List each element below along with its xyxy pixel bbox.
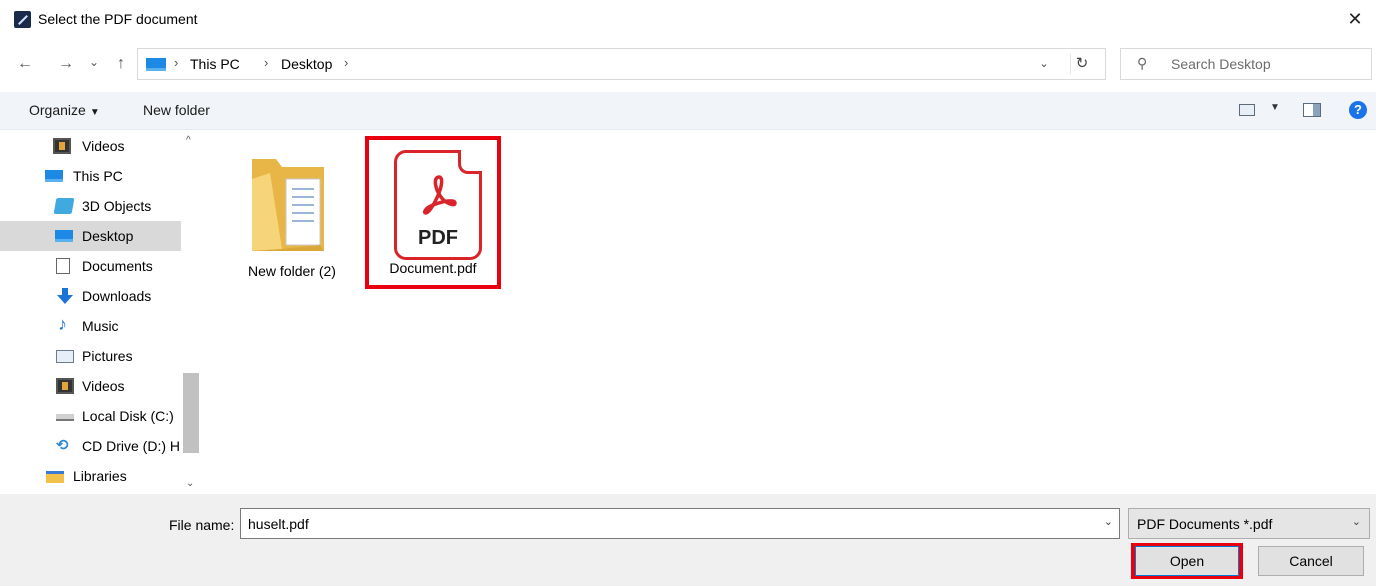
title-bar: Select the PDF document ✕ (0, 0, 1376, 40)
navigation-pane: Videos This PC 3D Objects Desktop Docume… (0, 131, 203, 494)
file-item-new-folder[interactable]: New folder (2) (237, 131, 347, 291)
sidebar-item-label: Desktop (82, 228, 134, 244)
3d-objects-icon (53, 198, 75, 214)
this-pc-icon (45, 170, 63, 182)
sidebar-item-libraries[interactable]: Libraries (0, 461, 181, 491)
file-list: New folder (2) PDF Document.pdf (204, 131, 1376, 494)
address-bar[interactable]: › This PC › Desktop › ⌄ ↻ (137, 48, 1106, 80)
sidebar-item-label: 3D Objects (82, 198, 152, 214)
page-fold (458, 150, 482, 174)
cd-drive-icon: ⟲ (56, 437, 69, 454)
breadcrumb-separator: › (344, 55, 349, 70)
organize-button[interactable]: Organize ▼ (29, 102, 100, 118)
file-type-select[interactable]: PDF Documents *.pdf ⌄ (1128, 508, 1370, 539)
breadcrumb-separator: › (264, 55, 269, 70)
sidebar-item-label: Documents (82, 258, 153, 274)
sidebar-item-cd-drive[interactable]: ⟲ CD Drive (D:) H (0, 431, 181, 461)
help-icon[interactable]: ? (1349, 101, 1367, 119)
breadcrumb-desktop[interactable]: Desktop (281, 56, 332, 72)
back-arrow-icon[interactable]: ← (14, 53, 36, 75)
new-folder-button[interactable]: New folder (143, 102, 210, 118)
sidebar-item-label: Libraries (73, 468, 127, 484)
change-view-icon[interactable] (1239, 104, 1255, 116)
libraries-icon (46, 471, 64, 483)
sidebar-item-music[interactable]: ♪ Music (0, 311, 181, 341)
sidebar-scrollbar[interactable]: ^ ⌄ (181, 131, 201, 494)
search-placeholder: Search Desktop (1171, 56, 1271, 72)
videos-icon (56, 378, 74, 394)
organize-label: Organize (29, 102, 86, 118)
breadcrumb-this-pc[interactable]: This PC (190, 56, 240, 72)
scroll-up-icon[interactable]: ^ (186, 135, 191, 146)
file-name-input[interactable]: huselt.pdf ⌄ (240, 508, 1120, 539)
this-pc-icon (146, 58, 166, 71)
scroll-down-icon[interactable]: ⌄ (186, 478, 194, 489)
sidebar-item-label: Videos (82, 378, 125, 394)
sidebar-item-label: Videos (82, 138, 125, 154)
sidebar-item-label: Music (82, 318, 119, 334)
file-type-dropdown-icon: ⌄ (1351, 516, 1361, 528)
cancel-button[interactable]: Cancel (1258, 546, 1364, 576)
preview-pane-icon[interactable] (1303, 103, 1321, 117)
dialog-footer: File name: huselt.pdf ⌄ PDF Documents *.… (0, 494, 1376, 586)
videos-icon (53, 138, 71, 154)
file-name: New folder (2) (248, 263, 336, 279)
sidebar-item-label: CD Drive (D:) H (82, 438, 180, 454)
file-item-document-pdf[interactable]: PDF Document.pdf (369, 140, 497, 285)
file-name-label: File name: (169, 517, 235, 533)
sidebar-item-pictures[interactable]: Pictures (0, 341, 181, 371)
forward-arrow-icon[interactable]: → (55, 53, 77, 75)
file-name-dropdown-icon[interactable]: ⌄ (1104, 515, 1113, 528)
up-arrow-icon[interactable]: ↑ (111, 53, 131, 75)
sidebar-item-local-disk[interactable]: Local Disk (C:) (0, 401, 181, 431)
sidebar-item-downloads[interactable]: Downloads (0, 281, 181, 311)
close-icon[interactable]: ✕ (1346, 9, 1364, 29)
window-title: Select the PDF document (38, 11, 198, 27)
pdf-file-icon: PDF (394, 150, 482, 260)
sidebar-item-label: Downloads (82, 288, 152, 304)
search-icon: ⚲ (1137, 55, 1148, 71)
documents-icon (56, 258, 70, 274)
pictures-icon (56, 350, 74, 363)
view-options-caret-icon[interactable]: ▼ (1270, 102, 1280, 113)
refresh-icon[interactable]: ↻ (1070, 54, 1090, 74)
recent-locations-chevron-icon[interactable]: ⌄ (87, 51, 101, 73)
sidebar-item-desktop[interactable]: Desktop (0, 221, 181, 251)
sidebar-item-this-pc[interactable]: This PC (0, 161, 181, 191)
file-name: Document.pdf (389, 260, 477, 276)
folder-icon (252, 159, 324, 251)
sidebar-item-videos[interactable]: Videos (0, 131, 181, 161)
local-disk-icon (56, 414, 74, 421)
sidebar-item-label: This PC (73, 168, 123, 184)
address-dropdown-icon[interactable]: ⌄ (1035, 55, 1053, 73)
sidebar-item-documents[interactable]: Documents (0, 251, 181, 281)
music-icon: ♪ (58, 314, 67, 334)
sidebar-item-label: Local Disk (C:) (82, 408, 174, 424)
file-type-value: PDF Documents *.pdf (1137, 516, 1273, 532)
search-input[interactable]: ⚲ Search Desktop (1120, 48, 1372, 80)
file-name-value: huselt.pdf (248, 516, 309, 532)
command-toolbar: Organize ▼ New folder ▼ ? (0, 92, 1376, 130)
sidebar-item-label: Pictures (82, 348, 133, 364)
sidebar-item-3d-objects[interactable]: 3D Objects (0, 191, 181, 221)
organize-caret-icon: ▼ (89, 107, 100, 118)
desktop-icon (55, 230, 73, 242)
breadcrumb-separator: › (174, 55, 179, 70)
acrobat-logo-icon (422, 175, 457, 215)
downloads-icon (56, 288, 74, 304)
scrollbar-thumb[interactable] (183, 373, 199, 453)
open-button[interactable]: Open (1135, 546, 1239, 576)
sidebar-item-videos[interactable]: Videos (0, 371, 181, 401)
pdf-icon-label: PDF (418, 227, 458, 249)
app-icon (14, 11, 31, 28)
